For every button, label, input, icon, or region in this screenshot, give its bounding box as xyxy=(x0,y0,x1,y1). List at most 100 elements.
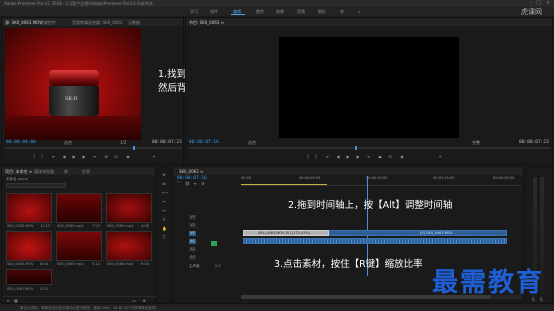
icon-view-icon[interactable]: ▦ xyxy=(14,299,18,303)
hand-tool-icon[interactable]: ✋ xyxy=(162,227,167,231)
source-panel-tabs: 源: SKII_0063.MOV 效果控件 音频剪辑混合器: SKII_0063… xyxy=(2,18,183,26)
tab-media-browser[interactable]: 媒体浏览器 xyxy=(34,169,54,175)
tab-timeline-sequence[interactable]: SKII_0063 ≡ xyxy=(179,169,203,174)
new-bin-icon[interactable]: ▭ xyxy=(132,299,136,303)
list-view-icon[interactable]: ≡ xyxy=(6,299,10,303)
overwrite-icon[interactable]: ⊡ xyxy=(114,155,118,159)
program-go-to-out-icon[interactable]: ⇥ xyxy=(366,155,370,159)
program-step-back-icon[interactable]: ◀ xyxy=(336,155,340,159)
program-video-frame[interactable] xyxy=(279,37,459,138)
ruler-mark: 00:00:10:00 xyxy=(366,176,388,180)
track-select-tool-icon[interactable]: ⇉ xyxy=(162,182,166,186)
watermark-text: 最需教育 xyxy=(432,268,545,298)
linked-selection-icon[interactable]: ⛓ xyxy=(185,182,190,186)
extract-icon[interactable]: ⊟ xyxy=(388,155,392,159)
program-zoom-select[interactable]: 适合 xyxy=(248,140,256,146)
program-export-frame-icon[interactable]: ◉ xyxy=(400,155,404,159)
tab-audio[interactable]: 音频 xyxy=(297,9,305,15)
ruler-mark: 00:00:15:00 xyxy=(433,176,455,180)
ripple-edit-tool-icon[interactable]: ⟷ xyxy=(162,191,168,195)
selection-tool-icon[interactable]: ➤ xyxy=(162,173,166,177)
razor-tool-icon[interactable]: ✂ xyxy=(162,200,166,204)
track-label-a1[interactable]: A1 xyxy=(189,239,196,244)
pen-tool-icon[interactable]: ✎ xyxy=(162,218,166,222)
source-timecode-current[interactable]: 00:00:04:08 xyxy=(6,140,36,145)
tab-color[interactable]: 颜色 xyxy=(256,9,264,15)
step-back-icon[interactable]: ◀ xyxy=(62,155,66,159)
video-clip[interactable]: SKII_0063.MOV [V] [175.43%] xyxy=(243,230,329,236)
title-bar: Adobe Premiere Pro CC 2018 - C:\用户\文档\Ad… xyxy=(0,0,554,7)
add-marker-icon[interactable]: ▾ xyxy=(193,182,197,186)
type-tool-icon[interactable]: T xyxy=(162,236,166,240)
master-value[interactable]: 0.0 xyxy=(215,264,221,268)
go-to-out-icon[interactable]: ⇥ xyxy=(92,155,96,159)
mark-out-icon[interactable]: } xyxy=(40,155,44,159)
track-label-v3[interactable]: V3 xyxy=(189,215,196,220)
tab-effect-controls[interactable]: 效果控件 xyxy=(40,20,56,26)
source-scrub-bar[interactable] xyxy=(5,147,182,149)
add-button-icon[interactable]: + xyxy=(152,155,156,159)
program-scrub-bar[interactable] xyxy=(189,147,551,149)
thumbnail-label: SKII_0064.MOV xyxy=(7,262,34,266)
work-area-bar[interactable] xyxy=(241,184,327,185)
source-playhead[interactable] xyxy=(133,146,135,150)
tab-source[interactable]: 源: SKII_0063.MOV xyxy=(5,20,42,26)
track-label-a2[interactable]: A2 xyxy=(189,247,196,252)
audio-clip[interactable] xyxy=(243,238,507,244)
project-thumbnail[interactable] xyxy=(106,193,152,223)
program-play-icon[interactable]: ▶ xyxy=(346,155,350,159)
go-to-in-icon[interactable]: ⇤ xyxy=(52,155,56,159)
mark-in-icon[interactable]: { xyxy=(32,155,36,159)
tab-graphics[interactable]: 图形 xyxy=(318,9,326,15)
lift-icon[interactable]: ⏏ xyxy=(378,155,382,159)
project-thumbnail[interactable] xyxy=(106,231,152,261)
close-icon[interactable]: × xyxy=(546,0,550,6)
tab-project[interactable]: 项目: 未命名 ≡ xyxy=(5,169,32,175)
video-clip-tail[interactable]: [V] SKII_0063.MOV xyxy=(329,230,507,236)
source-resolution-select[interactable]: 1/2 xyxy=(120,140,126,145)
tab-libraries[interactable]: 库 xyxy=(340,9,344,15)
project-thumbnail[interactable] xyxy=(56,231,102,261)
source-video-frame[interactable]: SK-II xyxy=(5,28,141,140)
maximize-icon[interactable]: □ xyxy=(536,0,541,6)
project-thumbnail[interactable] xyxy=(6,231,52,261)
program-go-to-in-icon[interactable]: ⇤ xyxy=(326,155,330,159)
workspace-more-icon[interactable]: » xyxy=(358,9,360,14)
program-mark-out-icon[interactable]: } xyxy=(314,155,318,159)
timeline-ruler[interactable]: 00:00 00:00:05:00 00:00:10:00 00:00:15:0… xyxy=(241,176,521,186)
project-thumbnail[interactable] xyxy=(6,193,52,223)
program-timecode-current[interactable]: 00:00:07:16 xyxy=(189,140,219,145)
play-icon[interactable]: ▶ xyxy=(72,155,76,159)
track-label-v2[interactable]: V2 xyxy=(189,223,196,228)
project-bottom-toolbar: ≡ ▦ ▭ ⊕ xyxy=(2,296,157,304)
program-resolution-select[interactable]: 完整 xyxy=(472,140,480,146)
tab-info[interactable]: 信息 xyxy=(82,169,90,175)
insert-icon[interactable]: ⊞ xyxy=(104,155,108,159)
minimize-icon[interactable]: – xyxy=(530,0,533,6)
tab-program[interactable]: 节目: SKII_0063 ≡ xyxy=(189,20,224,26)
thumbnail-label: SKII_0067.MOV xyxy=(7,287,34,291)
slip-tool-icon[interactable]: ↔ xyxy=(162,209,166,213)
program-add-button-icon[interactable]: + xyxy=(438,155,442,159)
new-item-icon[interactable]: ⊕ xyxy=(142,299,146,303)
project-thumbnail[interactable] xyxy=(56,193,102,223)
tab-effects[interactable]: 效果 xyxy=(276,9,284,15)
track-label-v1[interactable]: V1 xyxy=(189,231,196,236)
tab-learn[interactable]: 学习 xyxy=(190,9,198,15)
export-frame-icon[interactable]: ◉ xyxy=(126,155,130,159)
tab-assembly[interactable]: 组件 xyxy=(210,9,218,15)
step-forward-icon[interactable]: ▶ xyxy=(82,155,86,159)
program-playhead[interactable] xyxy=(355,146,357,150)
program-mark-in-icon[interactable]: { xyxy=(306,155,310,159)
project-search-input[interactable] xyxy=(6,183,66,188)
track-label-a3[interactable]: A3 xyxy=(189,255,196,260)
thumbnail-label: SKII_0063.mp4 xyxy=(107,224,134,228)
snap-icon[interactable]: ⌒ xyxy=(177,182,181,186)
tab-audio-clip-mixer[interactable]: 音频剪辑混合器: SKII_0063 xyxy=(72,20,122,26)
timeline-settings-icon[interactable]: ⚙ xyxy=(201,182,205,186)
tab-libraries-panel[interactable]: 库 xyxy=(64,169,68,175)
project-thumbnail[interactable] xyxy=(6,269,52,285)
program-step-forward-icon[interactable]: ▶ xyxy=(356,155,360,159)
source-zoom-select[interactable]: 适合 xyxy=(64,140,72,146)
tab-metadata[interactable]: 元数据 xyxy=(128,20,140,26)
